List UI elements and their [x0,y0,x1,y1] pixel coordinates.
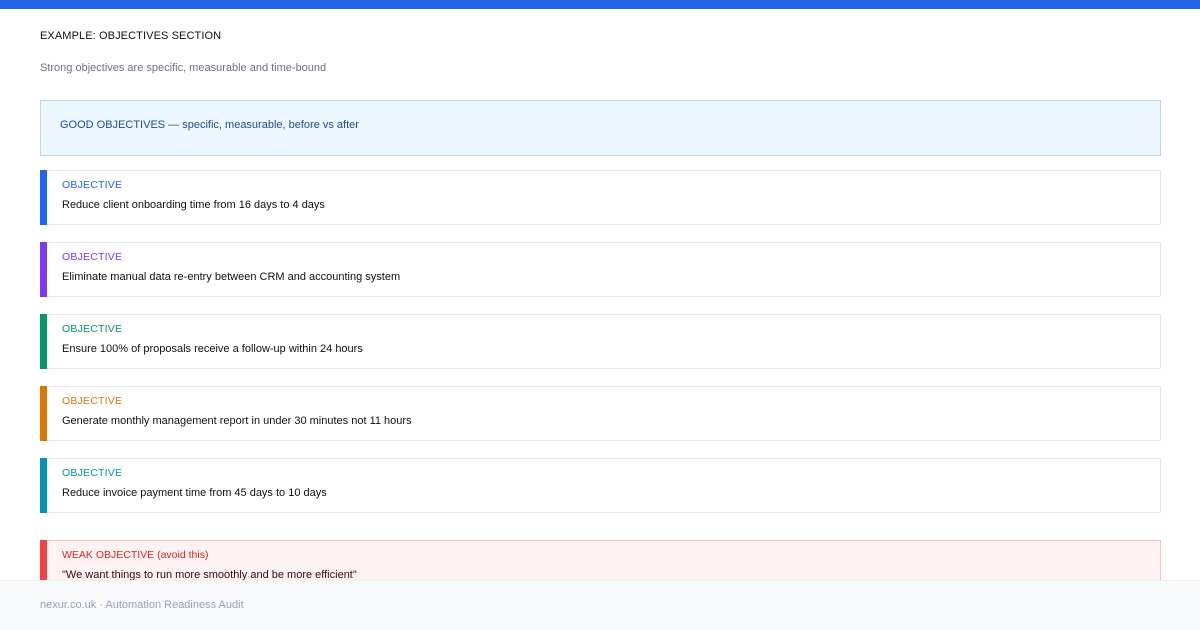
page-subtitle: Strong objectives are specific, measurab… [40,62,327,74]
objective-label: OBJECTIVE [62,323,123,335]
objective-accent-bar [40,386,47,441]
objective-text: Reduce client onboarding time from 16 da… [62,199,325,211]
objective-label: OBJECTIVE [62,251,123,263]
objective-accent-bar [40,242,47,297]
footer-text: nexur.co.uk · Automation Readiness Audit [40,599,244,611]
objective-text: Reduce invoice payment time from 45 days… [62,487,327,499]
good-objectives-text: GOOD OBJECTIVES — specific, measurable, … [60,119,359,131]
objective-text: Generate monthly management report in un… [62,415,412,427]
objective-label: OBJECTIVE [62,179,123,191]
good-objectives-callout: GOOD OBJECTIVES — specific, measurable, … [40,100,1161,156]
objective-card: OBJECTIVE Reduce client onboarding time … [40,170,1161,225]
objective-text: Eliminate manual data re-entry between C… [62,271,401,283]
objective-card: OBJECTIVE Eliminate manual data re-entry… [40,242,1161,297]
objective-accent-bar [40,170,47,225]
objective-accent-bar [40,458,47,513]
objective-label: OBJECTIVE [62,467,123,479]
objective-card: OBJECTIVE Reduce invoice payment time fr… [40,458,1161,513]
objective-accent-bar [40,314,47,369]
objective-text: Ensure 100% of proposals receive a follo… [62,343,363,355]
objective-card: OBJECTIVE Ensure 100% of proposals recei… [40,314,1161,369]
page-title: EXAMPLE: OBJECTIVES SECTION [40,30,222,42]
top-accent-bar [0,0,1200,9]
objective-card: OBJECTIVE Generate monthly management re… [40,386,1161,441]
footer: nexur.co.uk · Automation Readiness Audit [0,580,1200,630]
objective-label: OBJECTIVE [62,395,123,407]
weak-objective-label: WEAK OBJECTIVE (avoid this) [62,549,209,561]
